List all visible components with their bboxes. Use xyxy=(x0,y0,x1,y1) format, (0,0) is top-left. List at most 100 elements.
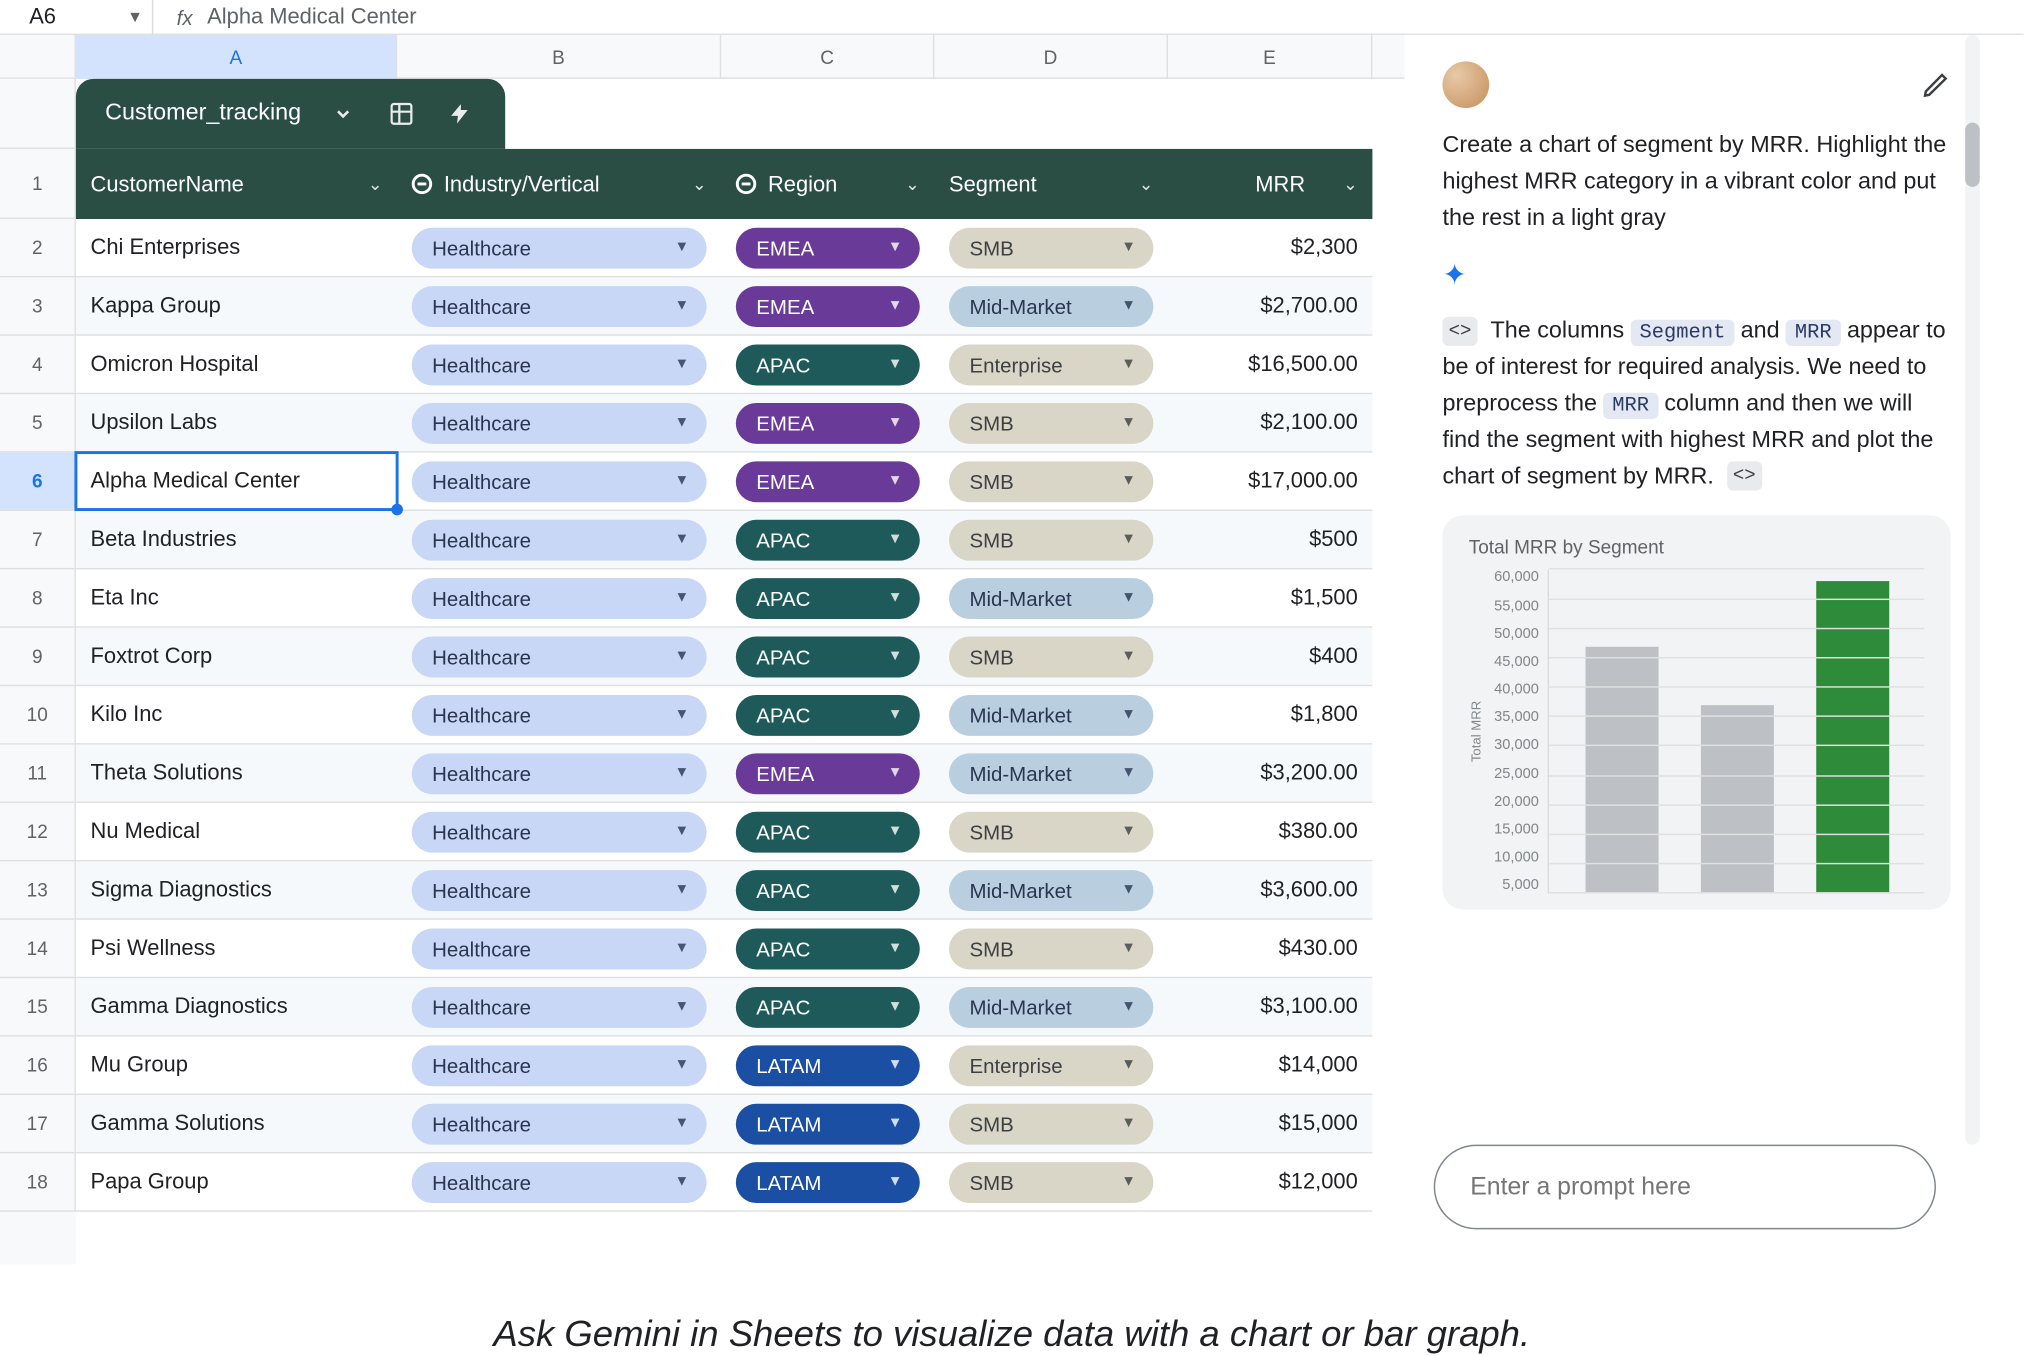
cell-segment[interactable]: Mid-Market▼ xyxy=(934,686,1168,743)
region-pill[interactable]: LATAM▼ xyxy=(736,1045,920,1086)
cell-segment[interactable]: Mid-Market▼ xyxy=(934,745,1168,802)
row-number[interactable]: 15 xyxy=(0,978,76,1036)
cell-customer-name[interactable]: Beta Industries xyxy=(76,511,397,568)
row-number[interactable]: 2 xyxy=(0,219,76,277)
cell-segment[interactable]: SMB▼ xyxy=(934,920,1168,977)
cell-segment[interactable]: SMB▼ xyxy=(934,1153,1168,1210)
cell-region[interactable]: LATAM▼ xyxy=(721,1037,934,1094)
region-pill[interactable]: EMEA▼ xyxy=(736,285,920,326)
cell-segment[interactable]: Mid-Market▼ xyxy=(934,978,1168,1035)
region-pill[interactable]: EMEA▼ xyxy=(736,227,920,268)
segment-pill[interactable]: Mid-Market▼ xyxy=(949,753,1153,794)
region-pill[interactable]: APAC▼ xyxy=(736,636,920,677)
cell-industry[interactable]: Healthcare▼ xyxy=(397,978,721,1035)
cell-mrr[interactable]: $15,000 xyxy=(1168,1095,1372,1152)
code-toggle-icon[interactable]: <> xyxy=(1727,462,1762,491)
region-pill[interactable]: APAC▼ xyxy=(736,519,920,560)
column-header-customer-name[interactable]: CustomerName⌄ xyxy=(76,149,397,219)
scrollbar-thumb[interactable] xyxy=(1965,123,1980,187)
column-header-mrr[interactable]: MRR⌄ xyxy=(1168,149,1372,219)
cell-industry[interactable]: Healthcare▼ xyxy=(397,219,721,276)
cell-region[interactable]: APAC▼ xyxy=(721,686,934,743)
cell-industry[interactable]: Healthcare▼ xyxy=(397,745,721,802)
cell-segment[interactable]: Enterprise▼ xyxy=(934,336,1168,393)
cell-region[interactable]: EMEA▼ xyxy=(721,394,934,451)
prompt-input[interactable] xyxy=(1470,1172,1899,1201)
column-letter-C[interactable]: C xyxy=(721,35,934,79)
cell-mrr[interactable]: $2,100.00 xyxy=(1168,394,1372,451)
industry-pill[interactable]: Healthcare▼ xyxy=(412,577,707,618)
industry-pill[interactable]: Healthcare▼ xyxy=(412,753,707,794)
row-number[interactable]: 9 xyxy=(0,628,76,686)
cell-mrr[interactable]: $17,000.00 xyxy=(1168,453,1372,510)
cell-segment[interactable]: SMB▼ xyxy=(934,1095,1168,1152)
region-pill[interactable]: EMEA▼ xyxy=(736,753,920,794)
segment-pill[interactable]: Enterprise▼ xyxy=(949,1045,1153,1086)
edit-icon[interactable] xyxy=(1921,70,1950,99)
column-letter-B[interactable]: B xyxy=(397,35,721,79)
cell-region[interactable]: EMEA▼ xyxy=(721,745,934,802)
cell-customer-name[interactable]: Theta Solutions xyxy=(76,745,397,802)
column-letter-A[interactable]: A xyxy=(76,35,397,79)
segment-pill[interactable]: SMB▼ xyxy=(949,636,1153,677)
industry-pill[interactable]: Healthcare▼ xyxy=(412,986,707,1027)
cell-mrr[interactable]: $380.00 xyxy=(1168,803,1372,860)
segment-pill[interactable]: Mid-Market▼ xyxy=(949,986,1153,1027)
row-number[interactable]: 4 xyxy=(0,336,76,394)
row-number[interactable]: 18 xyxy=(0,1153,76,1211)
cell-industry[interactable]: Healthcare▼ xyxy=(397,920,721,977)
cell-segment[interactable]: SMB▼ xyxy=(934,803,1168,860)
row-number[interactable]: 7 xyxy=(0,511,76,569)
table-tab[interactable]: Customer_tracking xyxy=(76,79,506,149)
segment-pill[interactable]: Mid-Market▼ xyxy=(949,577,1153,618)
cell-mrr[interactable]: $3,100.00 xyxy=(1168,978,1372,1035)
cell-industry[interactable]: Healthcare▼ xyxy=(397,277,721,334)
cell-mrr[interactable]: $14,000 xyxy=(1168,1037,1372,1094)
column-letter-E[interactable]: E xyxy=(1168,35,1372,79)
row-number[interactable]: 12 xyxy=(0,803,76,861)
region-pill[interactable]: EMEA▼ xyxy=(736,402,920,443)
cell-industry[interactable]: Healthcare▼ xyxy=(397,453,721,510)
segment-pill[interactable]: SMB▼ xyxy=(949,402,1153,443)
cell-customer-name[interactable]: Gamma Diagnostics xyxy=(76,978,397,1035)
cell-mrr[interactable]: $12,000 xyxy=(1168,1153,1372,1210)
segment-pill[interactable]: SMB▼ xyxy=(949,461,1153,502)
row-number[interactable]: 6 xyxy=(0,453,76,511)
cell-region[interactable]: APAC▼ xyxy=(721,920,934,977)
cell-region[interactable]: EMEA▼ xyxy=(721,453,934,510)
row-number[interactable]: 5 xyxy=(0,394,76,452)
chevron-down-icon[interactable] xyxy=(327,98,359,130)
cell-mrr[interactable]: $3,200.00 xyxy=(1168,745,1372,802)
segment-pill[interactable]: SMB▼ xyxy=(949,928,1153,969)
row-number[interactable]: 13 xyxy=(0,861,76,919)
industry-pill[interactable]: Healthcare▼ xyxy=(412,869,707,910)
cell-mrr[interactable]: $400 xyxy=(1168,628,1372,685)
cell-industry[interactable]: Healthcare▼ xyxy=(397,1037,721,1094)
cell-industry[interactable]: Healthcare▼ xyxy=(397,336,721,393)
region-pill[interactable]: APAC▼ xyxy=(736,928,920,969)
chart-preview-card[interactable]: Total MRR by Segment Total MRR 60,00055,… xyxy=(1442,516,1950,910)
row-number[interactable]: 1 xyxy=(0,149,76,219)
cell-industry[interactable]: Healthcare▼ xyxy=(397,511,721,568)
cell-segment[interactable]: SMB▼ xyxy=(934,628,1168,685)
cell-segment[interactable]: Mid-Market▼ xyxy=(934,277,1168,334)
segment-pill[interactable]: Mid-Market▼ xyxy=(949,285,1153,326)
cell-mrr[interactable]: $1,800 xyxy=(1168,686,1372,743)
industry-pill[interactable]: Healthcare▼ xyxy=(412,227,707,268)
region-pill[interactable]: LATAM▼ xyxy=(736,1161,920,1202)
cell-mrr[interactable]: $430.00 xyxy=(1168,920,1372,977)
cell-customer-name[interactable]: Alpha Medical Center xyxy=(76,453,397,510)
column-header-industry[interactable]: Industry/Vertical⌄ xyxy=(397,149,721,219)
cell-customer-name[interactable]: Omicron Hospital xyxy=(76,336,397,393)
prompt-input-box[interactable] xyxy=(1434,1145,1936,1230)
code-toggle-icon[interactable]: <> xyxy=(1442,317,1477,346)
selection-handle[interactable] xyxy=(391,504,403,516)
cell-customer-name[interactable]: Psi Wellness xyxy=(76,920,397,977)
cell-region[interactable]: LATAM▼ xyxy=(721,1153,934,1210)
cell-region[interactable]: APAC▼ xyxy=(721,569,934,626)
cell-mrr[interactable]: $16,500.00 xyxy=(1168,336,1372,393)
cell-region[interactable]: EMEA▼ xyxy=(721,277,934,334)
cell-industry[interactable]: Healthcare▼ xyxy=(397,686,721,743)
segment-pill[interactable]: SMB▼ xyxy=(949,1103,1153,1144)
row-number[interactable]: 16 xyxy=(0,1037,76,1095)
